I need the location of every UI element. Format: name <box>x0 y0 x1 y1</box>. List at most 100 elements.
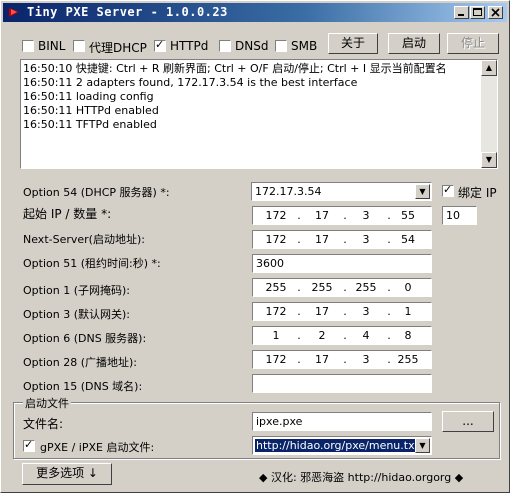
bind-ip-label: 绑定 IP <box>458 186 497 200</box>
maximize-icon <box>473 8 482 16</box>
dns-server-input[interactable]: 1. 2. 4. 8 <box>252 326 432 345</box>
gpxe-label: gPXE / iPXE 启动文件: <box>40 441 155 454</box>
scroll-up-arrow-icon[interactable]: ▲ <box>481 60 497 76</box>
ip-octet: 4 <box>362 329 370 342</box>
ip-octet: 172 <box>265 353 287 366</box>
ip-dot: . <box>297 305 301 318</box>
log-line: 16:50:11 TFTPd enabled <box>23 118 157 131</box>
credit-link[interactable]: ◆ 汉化: 邪恶海盗 http://hidao.org <box>259 471 433 484</box>
browse-button[interactable]: ... <box>442 411 494 432</box>
ip-octet: 255 <box>397 353 419 366</box>
app-icon <box>9 8 19 17</box>
close-icon <box>491 8 500 17</box>
log-line: 16:50:11 loading config <box>23 90 154 103</box>
ip-dot: . <box>343 305 347 318</box>
about-button[interactable]: 关于 <box>328 33 378 54</box>
chevron-down-icon[interactable]: ▼ <box>415 184 430 199</box>
next-server-label: Next-Server(启动地址): <box>23 233 145 246</box>
start-ip-label: 起始 IP / 数量 *: <box>23 207 112 221</box>
ip-octet: 0 <box>404 281 412 294</box>
dnsd-checkbox[interactable] <box>219 40 231 52</box>
minimize-button[interactable] <box>454 6 469 19</box>
option1-label: Option 1 (子网掩码): <box>23 284 130 297</box>
more-options-button[interactable]: 更多选项 ↓ <box>22 463 112 485</box>
credit-tail: org ◆ <box>433 471 464 484</box>
ip-dot: . <box>297 353 301 366</box>
scroll-down-arrow-icon[interactable]: ▼ <box>481 152 497 168</box>
lease-time-value: 3600 <box>256 257 284 270</box>
binl-label: BINL <box>38 39 66 53</box>
log-scrollbar[interactable]: ▲ ▼ <box>481 60 497 168</box>
gpxe-checkbox[interactable] <box>23 438 35 452</box>
ip-dot: . <box>343 233 347 246</box>
ip-octet: 17 <box>315 209 329 222</box>
dns-domain-input[interactable] <box>252 374 432 393</box>
ip-octet: 8 <box>404 329 412 342</box>
count-input[interactable]: 10 <box>442 206 477 225</box>
option15-label: Option 15 (DNS 域名): <box>23 380 143 393</box>
ip-dot: . <box>343 353 347 366</box>
bind-ip-checkbox[interactable] <box>442 183 454 197</box>
ip-octet: 255 <box>355 281 377 294</box>
ip-octet: 17 <box>315 305 329 318</box>
option6-label: Option 6 (DNS 服务器): <box>23 332 147 345</box>
start-ip-input[interactable]: 172. 17. 3. 55 <box>252 206 432 225</box>
option51-label: Option 51 (租约时间:秒) *: <box>23 257 161 270</box>
filename-input[interactable]: ipxe.pxe <box>252 412 432 431</box>
smb-checkbox[interactable] <box>275 40 287 52</box>
ip-dot: . <box>297 209 301 222</box>
ip-octet: 172 <box>265 305 287 318</box>
log-lines: 16:50:10 快捷键: Ctrl + R 刷新界面; Ctrl + O/F … <box>23 62 447 132</box>
ip-dot: . <box>343 281 347 294</box>
ip-dot: . <box>297 233 301 246</box>
ip-octet: 17 <box>315 233 329 246</box>
binl-checkbox[interactable] <box>22 40 34 52</box>
window-title: Tiny PXE Server - 1.0.0.23 <box>27 5 228 19</box>
close-window-button[interactable] <box>488 6 503 19</box>
gpxe-url-dropdown[interactable]: http://hidao.org/pxe/menu.txt ▼ <box>252 436 432 455</box>
ip-octet: 3 <box>362 353 370 366</box>
option54-dropdown[interactable]: 172.17.3.54 ▼ <box>251 182 432 201</box>
count-value: 10 <box>446 209 460 222</box>
gpxe-url-value: http://hidao.org/pxe/menu.txt <box>255 439 420 452</box>
ip-octet: 255 <box>311 281 333 294</box>
httpd-checkbox[interactable] <box>154 38 166 52</box>
ip-octet: 55 <box>401 209 415 222</box>
log-textarea[interactable]: 16:50:10 快捷键: Ctrl + R 刷新界面; Ctrl + O/F … <box>20 59 498 169</box>
filename-value: ipxe.pxe <box>256 415 303 428</box>
ip-octet: 17 <box>315 353 329 366</box>
next-server-input[interactable]: 172. 17. 3. 54 <box>252 230 432 249</box>
boot-file-group-title: 启动文件 <box>23 395 71 411</box>
log-line: 16:50:11 HTTPd enabled <box>23 104 159 117</box>
ip-octet: 3 <box>362 305 370 318</box>
ip-octet: 3 <box>362 209 370 222</box>
lease-time-input[interactable]: 3600 <box>252 254 432 273</box>
broadcast-input[interactable]: 172. 17. 3. 255 <box>252 350 432 369</box>
ip-octet: 172 <box>265 209 287 222</box>
ip-octet: 1 <box>272 329 280 342</box>
ip-octet: 2 <box>318 329 326 342</box>
log-line: 16:50:11 2 adapters found, 172.17.3.54 i… <box>23 76 358 89</box>
start-button[interactable]: 启动 <box>388 33 440 54</box>
subnet-mask-input[interactable]: 255. 255. 255. 0 <box>252 278 432 297</box>
maximize-button[interactable] <box>470 6 485 19</box>
option28-label: Option 28 (广播地址): <box>23 356 137 369</box>
log-line: 16:50:10 快捷键: Ctrl + R 刷新界面; Ctrl + O/F … <box>23 62 447 75</box>
filename-label: 文件名: <box>23 417 64 431</box>
ip-octet: 172 <box>265 233 287 246</box>
ip-dot: . <box>343 209 347 222</box>
title-bar[interactable]: Tiny PXE Server - 1.0.0.23 <box>3 3 507 22</box>
chevron-down-icon[interactable]: ▼ <box>415 438 430 453</box>
stop-button[interactable]: 停止 <box>447 33 499 54</box>
ip-octet: 255 <box>265 281 287 294</box>
main-window: Tiny PXE Server - 1.0.0.23 BINL 代理DHCP H… <box>0 0 510 493</box>
credit-text: ◆ 汉化: 邪恶海盗 http://hidao.orgorg ◆ <box>259 469 463 485</box>
dnsd-label: DNSd <box>235 39 269 53</box>
proxy-dhcp-checkbox[interactable] <box>73 40 85 52</box>
smb-label: SMB <box>291 39 318 53</box>
option54-value: 172.17.3.54 <box>255 185 322 198</box>
ip-octet: 3 <box>362 233 370 246</box>
ip-dot: . <box>297 329 301 342</box>
gateway-input[interactable]: 172. 17. 3. 1 <box>252 302 432 321</box>
option54-label: Option 54 (DHCP 服务器) *: <box>23 186 170 199</box>
